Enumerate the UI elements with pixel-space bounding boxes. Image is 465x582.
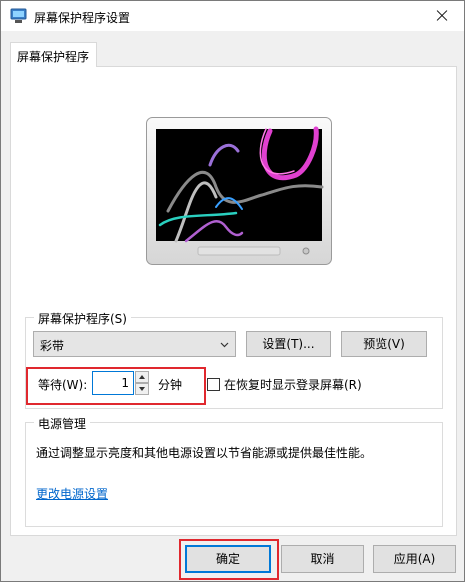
tab-label: 屏幕保护程序 xyxy=(17,50,90,64)
ok-button[interactable]: 确定 xyxy=(185,545,271,573)
resume-logon-checkbox[interactable] xyxy=(207,378,220,391)
screensaver-selected-value: 彩带 xyxy=(40,339,65,353)
window-title: 屏幕保护程序设置 xyxy=(34,11,131,25)
power-group-title: 电源管理 xyxy=(34,415,91,432)
settings-button[interactable]: 设置(T)... xyxy=(246,331,331,357)
apply-button[interactable]: 应用(A) xyxy=(373,545,456,573)
close-button[interactable] xyxy=(418,1,464,31)
screensaver-group-title: 屏幕保护程序(S) xyxy=(34,310,131,327)
power-description: 通过调整显示亮度和其他电源设置以节省能源或提供最佳性能。 xyxy=(36,446,373,460)
screensaver-settings-dialog: 屏幕保护程序设置 屏幕保护程序 屏幕保护程序(S) 彩带 设置(T)... 预览… xyxy=(0,0,465,582)
title-bar[interactable]: 屏幕保护程序设置 xyxy=(1,1,464,31)
tab-screensaver[interactable]: 屏幕保护程序 xyxy=(10,42,97,67)
tab-panel: 屏幕保护程序(S) 彩带 设置(T)... 预览(V) 等待(W): 1 分钟 … xyxy=(10,66,457,536)
cancel-button[interactable]: 取消 xyxy=(281,545,364,573)
highlight-frame-wait xyxy=(26,367,206,405)
monitor-preview xyxy=(146,117,332,265)
change-power-settings-link[interactable]: 更改电源设置 xyxy=(36,485,108,502)
power-management-group: 电源管理 xyxy=(25,415,443,527)
resume-logon-label[interactable]: 在恢复时显示登录屏幕(R) xyxy=(224,376,362,393)
screensaver-select[interactable]: 彩带 xyxy=(33,331,236,357)
screensaver-app-icon xyxy=(10,8,27,23)
chevron-down-icon xyxy=(220,342,229,348)
preview-button[interactable]: 预览(V) xyxy=(341,331,427,357)
